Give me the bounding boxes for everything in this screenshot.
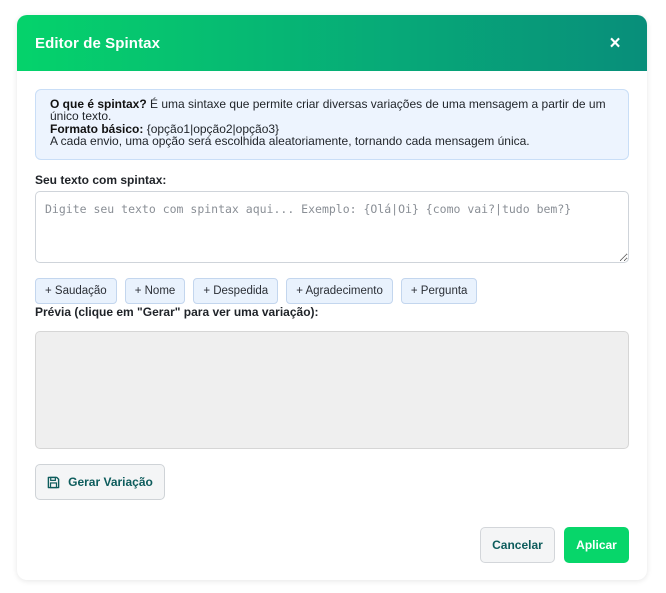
- insert-chips: + Saudação + Nome + Despedida + Agradeci…: [35, 278, 478, 304]
- modal-title: Editor de Spintax: [35, 34, 161, 52]
- cancel-button[interactable]: Cancelar: [480, 527, 555, 563]
- spintax-textarea[interactable]: [35, 191, 629, 263]
- spintax-editor-modal: Editor de Spintax × O que é spintax? É u…: [17, 15, 647, 580]
- preview-label: Prévia (clique em "Gerar" para ver uma v…: [35, 305, 319, 319]
- generate-variation-button[interactable]: Gerar Variação: [35, 464, 165, 500]
- info-usage-text: A cada envio, uma opção será escolhida a…: [50, 134, 530, 149]
- chip-pergunta[interactable]: + Pergunta: [400, 278, 478, 304]
- close-button[interactable]: ×: [607, 34, 623, 53]
- chip-despedida[interactable]: + Despedida: [193, 278, 279, 304]
- chip-agradecimento[interactable]: + Agradecimento: [286, 278, 393, 304]
- spintax-info-box: O que é spintax? É uma sintaxe que permi…: [35, 89, 629, 160]
- generate-variation-label: Gerar Variação: [68, 475, 153, 489]
- preview-box: [35, 331, 629, 449]
- apply-button[interactable]: Aplicar: [564, 527, 629, 563]
- spintax-text-label: Seu texto com spintax:: [35, 173, 167, 187]
- save-icon: [47, 476, 60, 489]
- chip-saudacao[interactable]: + Saudação: [35, 278, 117, 304]
- chip-nome[interactable]: + Nome: [124, 278, 186, 304]
- modal-header: Editor de Spintax ×: [17, 15, 647, 71]
